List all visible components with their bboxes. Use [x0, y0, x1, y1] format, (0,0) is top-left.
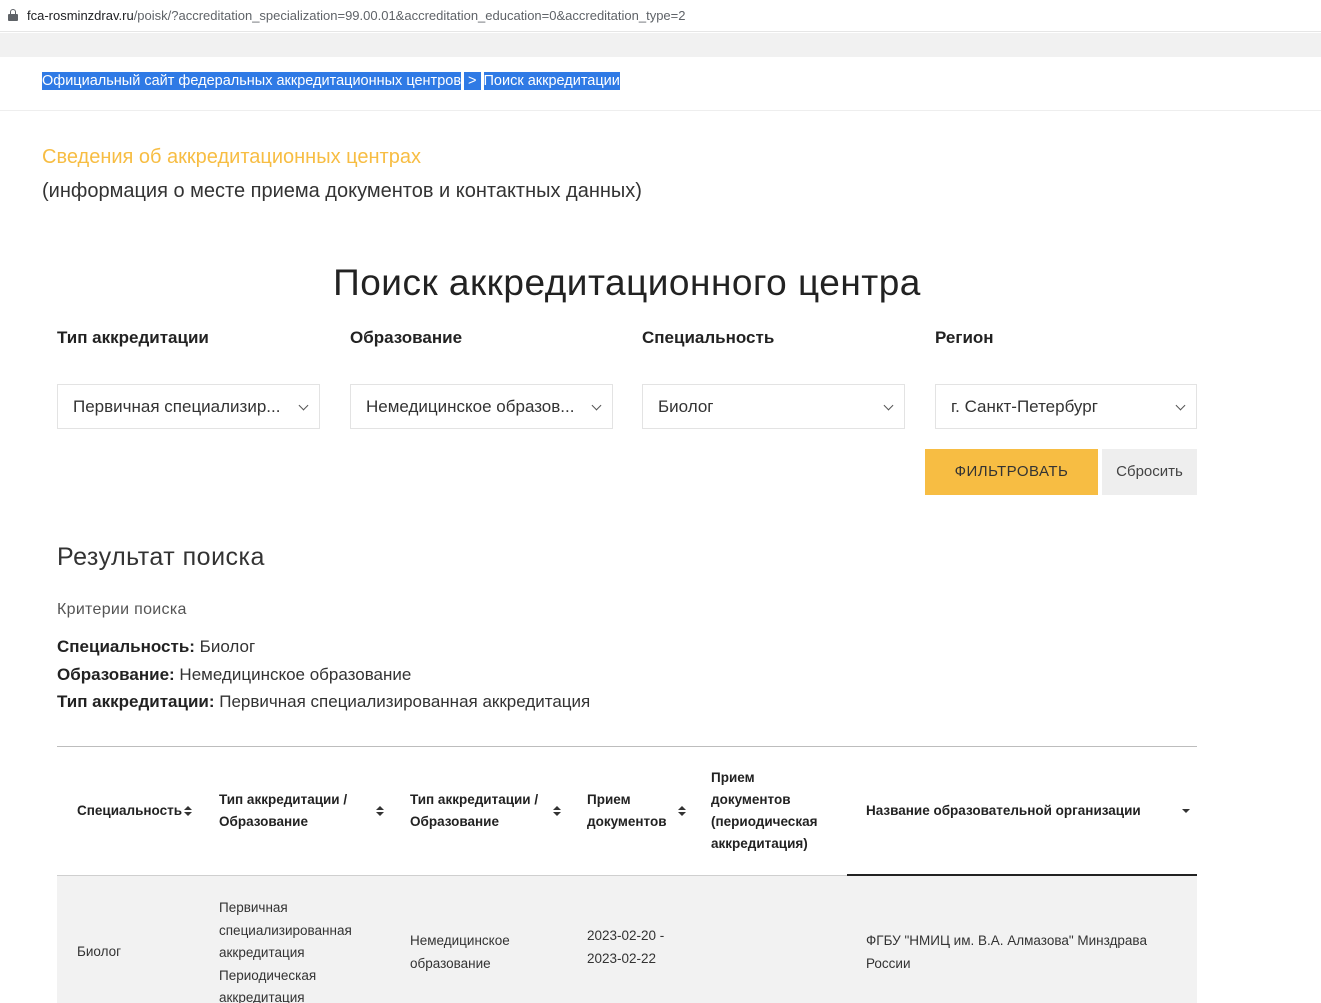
cell-line: Периодическая	[219, 967, 317, 983]
filter-label-specialty: Специальность	[642, 328, 775, 347]
column-header-education[interactable]: Тип аккредитации / Образование	[410, 789, 550, 833]
results-title: Результат поиска	[57, 543, 265, 571]
specialty-value: Биолог	[658, 397, 714, 416]
divider	[0, 110, 1321, 111]
cell-line: 2023-02-20 -	[587, 928, 665, 943]
sort-icon[interactable]	[553, 806, 561, 817]
filter-button[interactable]: ФИЛЬТРОВАТЬ	[925, 449, 1098, 495]
criteria-title: Критерии поиска	[57, 601, 187, 618]
criteria-value: Первичная специализированная аккредитаци…	[214, 692, 591, 711]
specialty-select[interactable]: Биолог	[642, 384, 905, 429]
accreditation-type-value: Первичная специализир...	[73, 397, 281, 416]
sort-icon[interactable]	[376, 806, 384, 817]
chevron-down-icon	[1175, 400, 1186, 411]
column-header-periodic-documents[interactable]: Прием документов (периодическая аккредит…	[711, 767, 836, 855]
filter-label-education: Образование	[350, 328, 463, 347]
address-bar[interactable]: fca-rosminzdrav.ru/poisk/?accreditation_…	[0, 0, 1321, 32]
cell-line: образование	[410, 955, 491, 971]
education-value: Немедицинское образов...	[366, 397, 575, 416]
criteria-value: Биолог	[194, 637, 256, 656]
criteria-education: Образование: Немедицинское образование	[57, 665, 411, 685]
cell-line: аккредитация	[219, 945, 305, 960]
breadcrumb: Официальный сайт федеральных аккредитаци…	[42, 72, 620, 90]
url-text[interactable]: fca-rosminzdrav.ru/poisk/?accreditation_…	[27, 8, 685, 23]
column-header-documents[interactable]: Прием документов	[587, 789, 673, 833]
breadcrumb-separator: >	[464, 72, 481, 90]
column-header-accreditation-type[interactable]: Тип аккредитации / Образование	[219, 789, 364, 833]
chevron-down-icon	[883, 400, 894, 411]
cell-line: аккредитация	[219, 990, 305, 1003]
criteria-specialty: Специальность: Биолог	[57, 637, 255, 657]
breadcrumb-current: Поиск аккредитации	[483, 72, 620, 90]
accreditation-type-select[interactable]: Первичная специализир...	[57, 384, 320, 429]
region-select[interactable]: г. Санкт-Петербург	[935, 384, 1197, 429]
cell-dates: 2023-02-20 - 2023-02-22	[587, 925, 697, 970]
cell-line: Немедицинское	[410, 933, 510, 948]
breadcrumb-home-link[interactable]: Официальный сайт федеральных аккредитаци…	[42, 72, 462, 90]
education-select[interactable]: Немедицинское образов...	[350, 384, 613, 429]
region-value: г. Санкт-Петербург	[951, 397, 1098, 416]
filter-label-region: Регион	[935, 328, 994, 347]
cell-line: специализированная	[219, 922, 352, 938]
sort-icon[interactable]	[184, 806, 192, 817]
sort-desc-icon[interactable]	[1182, 809, 1190, 814]
criteria-accreditation-type: Тип аккредитации: Первичная специализиро…	[57, 692, 590, 712]
sort-icon[interactable]	[678, 806, 686, 817]
reset-button[interactable]: Сбросить	[1102, 449, 1197, 495]
chevron-down-icon	[298, 400, 309, 411]
cell-specialty: Биолог	[77, 944, 122, 959]
cell-education: Немедицинское образование	[410, 930, 560, 975]
cell-organization[interactable]: ФГБУ "НМИЦ им. В.А. Алмазова" Минздрава …	[866, 930, 1186, 975]
info-title[interactable]: Сведения об аккредитационных центрах	[42, 146, 421, 169]
filter-label-type: Тип аккредитации	[57, 328, 209, 347]
criteria-label: Образование:	[57, 665, 175, 684]
column-header-specialty[interactable]: Специальность	[77, 800, 187, 822]
lock-icon[interactable]	[8, 9, 18, 21]
cell-line: 2023-02-22	[587, 950, 657, 966]
info-subtitle: (информация о месте приема документов и …	[42, 180, 642, 202]
criteria-label: Тип аккредитации:	[57, 692, 215, 711]
cell-accreditation-type: Первичная специализированная аккредитаци…	[219, 897, 379, 1003]
toolbar-strip	[0, 33, 1321, 57]
column-header-organization[interactable]: Название образовательной организации	[866, 800, 1166, 822]
criteria-label: Специальность:	[57, 637, 195, 656]
criteria-value: Немедицинское образование	[174, 665, 412, 684]
cell-line: России	[866, 955, 911, 971]
table-top-border	[57, 746, 1197, 747]
cell-line: Первичная	[219, 900, 288, 915]
chevron-down-icon	[591, 400, 602, 411]
cell-line: ФГБУ "НМИЦ им. В.А. Алмазова" Минздрава	[866, 933, 1147, 948]
page-title: Поиск аккредитационного центра	[333, 262, 921, 303]
